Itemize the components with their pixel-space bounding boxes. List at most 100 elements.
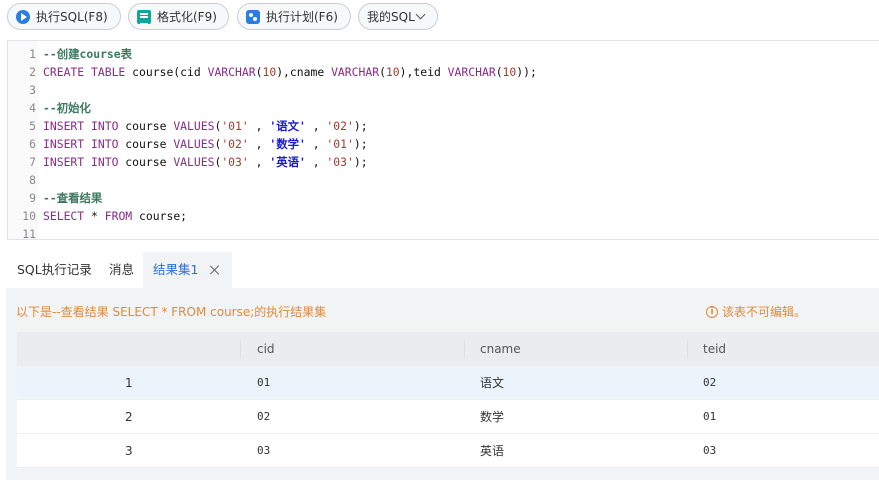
code-text: CREATE TABLE course(cid VARCHAR(10),cnam… — [43, 63, 537, 81]
code-line[interactable]: 11 — [8, 225, 879, 240]
code-token: '数学' — [269, 137, 306, 151]
code-text: --查看结果 — [43, 189, 102, 207]
code-token: '英语' — [269, 155, 306, 169]
code-token: VALUES — [173, 137, 215, 151]
code-token: CREATE TABLE — [43, 65, 133, 79]
code-text: --创建course表 — [43, 45, 132, 63]
code-line[interactable]: 2 CREATE TABLE course(cid VARCHAR(10),cna… — [8, 63, 879, 81]
line-number: 8 — [29, 173, 36, 187]
cell-cname[interactable]: 数学 — [480, 400, 504, 434]
tab-messages[interactable]: 消息 — [109, 252, 134, 288]
code-line[interactable]: 3 — [8, 81, 879, 99]
code-line[interactable]: 5 INSERT INTO course VALUES('01' , '语文' ,… — [8, 117, 879, 135]
code-line[interactable]: 10 SELECT * FROM course; — [8, 207, 879, 225]
code-token: '03' — [221, 155, 249, 169]
line-number: 1 — [29, 47, 36, 61]
code-token: INSERT INTO — [43, 119, 126, 133]
line-number: 6 — [29, 137, 36, 151]
code-line[interactable]: 7 INSERT INTO course VALUES('03' , '英语' ,… — [8, 153, 879, 171]
format-icon — [137, 9, 151, 25]
code-token: , — [248, 119, 270, 133]
code-line[interactable]: 8 — [8, 171, 879, 189]
row-number: 3 — [125, 444, 133, 458]
code-token: FROM — [104, 209, 140, 223]
run-sql-button[interactable]: 执行SQL(F8) — [7, 3, 121, 30]
code-token: VARCHAR — [207, 65, 256, 79]
code-text: SELECT * FROM course; — [43, 207, 187, 225]
play-icon — [16, 9, 30, 24]
explain-plan-button[interactable]: 执行计划(F6) — [237, 3, 351, 30]
column-divider[interactable] — [240, 340, 241, 358]
cell-cname[interactable]: 语文 — [480, 366, 504, 400]
cell-cid[interactable]: 01 — [257, 366, 270, 400]
line-number: 3 — [29, 83, 36, 97]
cell-teid[interactable]: 03 — [703, 434, 716, 468]
code-token: INSERT INTO — [43, 137, 126, 151]
row-number: 1 — [125, 376, 133, 390]
code-token: course — [125, 155, 174, 169]
code-token: ( — [379, 65, 386, 79]
toolbar: 执行SQL(F8) 格式化(F9) 执行计划(F6) 我的SQL — [0, 0, 879, 40]
tab-sql-history[interactable]: SQL执行记录 — [17, 252, 92, 288]
code-token: course — [125, 119, 174, 133]
line-number: 5 — [29, 119, 36, 133]
code-token: , — [248, 155, 270, 169]
line-number: 4 — [29, 101, 36, 115]
code-text: --初始化 — [43, 99, 91, 117]
code-token: INSERT INTO — [43, 155, 126, 169]
header-cell-cid[interactable]: cid — [257, 332, 275, 366]
sql-editor[interactable]: 1 --创建course表 2 CREATE TABLE course(cid VAR… — [7, 40, 879, 240]
my-sql-dropdown[interactable]: 我的SQL — [358, 3, 438, 30]
header-cell-teid[interactable]: teid — [703, 332, 726, 366]
readonly-text: 该表不可编辑。 — [722, 305, 807, 319]
code-token: '02' — [326, 119, 354, 133]
code-line[interactable]: 9 --查看结果 — [8, 189, 879, 207]
code-token: VALUES — [173, 119, 215, 133]
plan-icon — [246, 9, 260, 24]
tab-result-set-label: 结果集1 — [153, 262, 199, 277]
table-header-row: cid cname teid — [17, 332, 879, 366]
code-token: '02' — [221, 137, 249, 151]
code-token: course(cid — [132, 65, 208, 79]
my-sql-label: 我的SQL — [367, 10, 415, 24]
cell-cid[interactable]: 03 — [257, 434, 270, 468]
cell-cname[interactable]: 英语 — [480, 434, 504, 468]
code-line[interactable]: 1 --创建course表 — [8, 45, 879, 63]
column-divider[interactable] — [464, 340, 465, 358]
run-sql-label: 执行SQL(F8) — [36, 10, 108, 24]
code-token: , — [248, 137, 270, 151]
code-token: ),cname — [276, 65, 332, 79]
code-token: --查看结果 — [43, 191, 103, 205]
code-text: INSERT INTO course VALUES('03' , '英语' , … — [43, 153, 368, 171]
header-cell-cname[interactable]: cname — [480, 332, 521, 366]
format-label: 格式化(F9) — [157, 10, 217, 24]
code-token: '语文' — [269, 119, 306, 133]
line-number: 11 — [22, 227, 36, 240]
column-divider[interactable] — [687, 340, 688, 358]
code-token: VARCHAR — [447, 65, 496, 79]
code-token: ); — [353, 155, 368, 169]
code-token: course; — [139, 209, 188, 223]
table-row[interactable]: 1 01 语文 02 — [17, 366, 879, 400]
code-token: 10 — [262, 65, 277, 79]
cell-teid[interactable]: 02 — [703, 366, 716, 400]
result-tabs: SQL执行记录 消息 结果集1 — [0, 252, 879, 288]
code-token: 10 — [502, 65, 517, 79]
cell-cid[interactable]: 02 — [257, 400, 270, 434]
row-number: 2 — [125, 410, 133, 424]
code-token: * — [91, 209, 105, 223]
code-line[interactable]: 6 INSERT INTO course VALUES('02' , '数学' ,… — [8, 135, 879, 153]
close-icon[interactable] — [209, 264, 221, 276]
cell-teid[interactable]: 01 — [703, 400, 716, 434]
code-text: INSERT INTO course VALUES('02' , '数学' , … — [43, 135, 368, 153]
code-token: , — [305, 155, 327, 169]
code-token: '03' — [326, 155, 354, 169]
code-token: SELECT — [43, 209, 92, 223]
code-token: , — [305, 119, 327, 133]
table-row[interactable]: 2 02 数学 01 — [17, 400, 879, 434]
format-button[interactable]: 格式化(F9) — [128, 3, 229, 30]
code-token: ); — [353, 119, 368, 133]
code-line[interactable]: 4 --初始化 — [8, 99, 879, 117]
table-row[interactable]: 3 03 英语 03 — [17, 434, 879, 468]
code-token: course — [125, 137, 174, 151]
